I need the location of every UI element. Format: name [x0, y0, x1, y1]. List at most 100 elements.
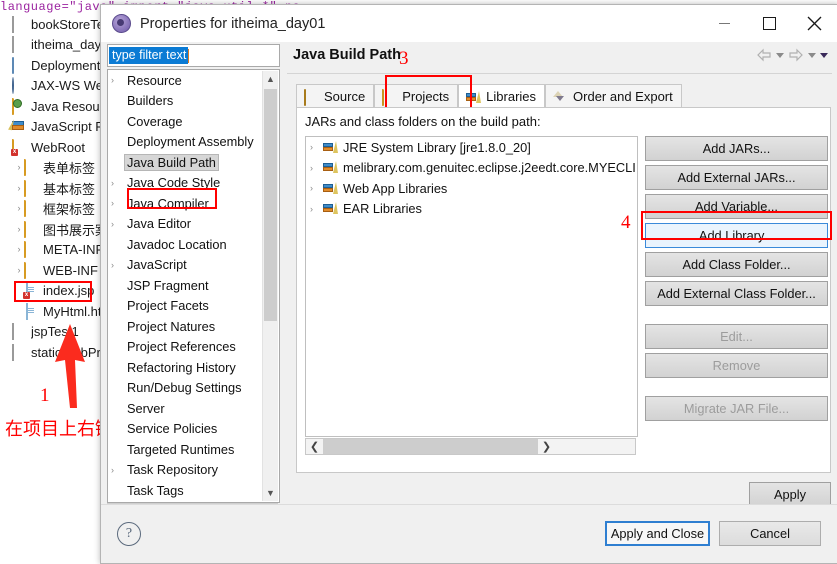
add-jars-button[interactable]: Add JARs...: [645, 136, 828, 161]
tab-libraries[interactable]: Libraries: [458, 84, 546, 109]
build-path-tabs[interactable]: Source Projects Libraries Order and Export: [296, 80, 682, 109]
explorer-item[interactable]: x WebRoot: [0, 137, 104, 158]
expand-chevron-icon[interactable]: ›: [310, 142, 323, 152]
explorer-item[interactable]: MyHtml.ht: [0, 301, 104, 322]
preferences-tree-item[interactable]: › Resource: [108, 70, 279, 91]
preferences-tree-item[interactable]: Project References: [108, 337, 279, 358]
close-button[interactable]: [792, 5, 837, 42]
library-label: EAR Libraries: [343, 201, 422, 217]
library-list-item[interactable]: › EAR Libraries: [306, 199, 637, 220]
add-external-jars-button[interactable]: Add External JARs...: [645, 165, 828, 190]
preferences-tree-item[interactable]: Run/Debug Settings: [108, 378, 279, 399]
explorer-item[interactable]: › META-INF: [0, 240, 104, 261]
preferences-tree-item[interactable]: › Task Repository: [108, 460, 279, 481]
explorer-item[interactable]: bookStoreTest: [0, 14, 104, 35]
preferences-tree-item[interactable]: JSP Fragment: [108, 275, 279, 296]
expand-chevron-icon[interactable]: ›: [310, 163, 323, 173]
preferences-tree-item[interactable]: Service Policies: [108, 419, 279, 440]
explorer-item[interactable]: JAX-WS Web: [0, 76, 104, 97]
add-library-button[interactable]: Add Library...: [645, 223, 828, 248]
minimize-button[interactable]: [702, 5, 747, 42]
button-label: Add Library...: [698, 228, 775, 243]
preferences-tree-item[interactable]: Refactoring History: [108, 357, 279, 378]
menu-chevron-down-icon[interactable]: [820, 52, 828, 58]
expand-chevron-icon[interactable]: ›: [310, 204, 323, 214]
explorer-item[interactable]: Java Resourc: [0, 96, 104, 117]
explorer-item[interactable]: › 框架标签: [0, 199, 104, 220]
scroll-up-icon[interactable]: ▲: [263, 71, 278, 87]
back-dropdown-chevron-icon[interactable]: [776, 52, 784, 58]
explorer-item[interactable]: › 表单标签: [0, 158, 104, 179]
preferences-tree-item[interactable]: › Java Compiler: [108, 193, 279, 214]
forward-arrow-icon[interactable]: [788, 48, 804, 62]
expand-chevron-icon[interactable]: ›: [111, 465, 124, 475]
filter-input-wrapper[interactable]: type filter text: [107, 44, 280, 67]
explorer-item[interactable]: JavaScript Re: [0, 117, 104, 138]
expand-chevron-icon[interactable]: ›: [111, 178, 124, 188]
scroll-left-icon[interactable]: ❮: [306, 440, 323, 453]
tab-projects[interactable]: Projects: [374, 84, 459, 109]
preferences-tree-item[interactable]: Project Facets: [108, 296, 279, 317]
library-list-item[interactable]: › JRE System Library [jre1.8.0_20]: [306, 137, 637, 158]
back-arrow-icon[interactable]: [756, 48, 772, 62]
expand-chevron-icon[interactable]: ›: [14, 204, 24, 213]
filter-input-value[interactable]: type filter text: [109, 47, 189, 64]
preferences-tree-item[interactable]: Java Build Path: [108, 152, 279, 173]
library-list-item[interactable]: › Web App Libraries: [306, 178, 637, 199]
preferences-tree-item[interactable]: Project Natures: [108, 316, 279, 337]
explorer-item[interactable]: › 图书展示案: [0, 219, 104, 240]
preferences-tree[interactable]: › Resource Builders Coverage Deployment Asse…: [107, 69, 280, 503]
tab-order-and-export[interactable]: Order and Export: [545, 84, 682, 109]
preferences-tree-item[interactable]: › Java Editor: [108, 214, 279, 235]
scroll-down-icon[interactable]: ▼: [263, 485, 278, 501]
cancel-button[interactable]: Cancel: [719, 521, 821, 546]
preferences-tree-item[interactable]: › JavaScript: [108, 255, 279, 276]
expand-chevron-icon[interactable]: ›: [14, 265, 24, 275]
page-nav-controls[interactable]: [756, 48, 828, 62]
preferences-tree-item[interactable]: Server: [108, 398, 279, 419]
preferences-tree-item[interactable]: Builders: [108, 91, 279, 112]
explorer-item[interactable]: Deployment D: [0, 55, 104, 76]
explorer-item[interactable]: itheima_day01: [0, 35, 104, 56]
scroll-thumb[interactable]: [264, 89, 277, 321]
add-external-class-folder-button[interactable]: Add External Class Folder...: [645, 281, 828, 306]
explorer-item[interactable]: › 基本标签: [0, 178, 104, 199]
preferences-tree-vscrollbar[interactable]: ▲ ▼: [262, 71, 278, 501]
tab-source[interactable]: Source: [296, 84, 375, 109]
expand-chevron-icon[interactable]: ›: [111, 260, 124, 270]
expand-chevron-icon[interactable]: ›: [14, 224, 24, 234]
scroll-right-icon[interactable]: ❯: [538, 440, 555, 453]
library-list-item[interactable]: › melibrary.com.genuitec.eclipse.j2eedt.c…: [306, 158, 637, 179]
expand-chevron-icon[interactable]: ›: [111, 75, 124, 85]
project-explorer-tree[interactable]: bookStoreTest itheima_day01 Deployment D JA…: [0, 14, 105, 562]
libraries-list[interactable]: › JRE System Library [jre1.8.0_20] › melibr…: [305, 136, 638, 437]
hscroll-thumb[interactable]: [323, 439, 538, 454]
explorer-item[interactable]: › WEB-INF: [0, 260, 104, 281]
preferences-tree-item[interactable]: Deployment Assembly: [108, 132, 279, 153]
preferences-tree-item[interactable]: › Java Code Style: [108, 173, 279, 194]
help-icon[interactable]: ?: [117, 522, 141, 546]
preferences-tree-item[interactable]: Coverage: [108, 111, 279, 132]
expand-chevron-icon[interactable]: ›: [111, 198, 124, 208]
preferences-tree-item[interactable]: Javadoc Location: [108, 234, 279, 255]
expand-chevron-icon[interactable]: ›: [310, 183, 323, 193]
expand-chevron-icon[interactable]: ›: [14, 163, 24, 172]
forward-dropdown-chevron-icon[interactable]: [808, 52, 816, 58]
add-class-folder-button[interactable]: Add Class Folder...: [645, 252, 828, 277]
expand-chevron-icon[interactable]: ›: [14, 183, 24, 193]
jaxws-icon: [12, 77, 28, 95]
preferences-tree-item-label: Task Repository: [127, 462, 219, 478]
add-variable-button[interactable]: Add Variable...: [645, 194, 828, 219]
expand-chevron-icon[interactable]: ›: [111, 219, 124, 229]
libraries-list-hscrollbar[interactable]: ❮ ❯: [305, 438, 636, 455]
properties-gear-icon: [112, 14, 131, 33]
apply-and-close-button[interactable]: Apply and Close: [605, 521, 710, 546]
preferences-tree-item[interactable]: Task Tags: [108, 480, 279, 501]
preferences-tree-item[interactable]: Targeted Runtimes: [108, 439, 279, 460]
folder-icon: [24, 241, 40, 259]
maximize-button[interactable]: [747, 5, 792, 42]
deployment-descriptor-icon: [12, 56, 28, 74]
explorer-item[interactable]: x index.jsp: [0, 280, 104, 302]
expand-chevron-icon[interactable]: ›: [14, 245, 24, 254]
preferences-tree-item-label: Resource: [127, 72, 182, 88]
